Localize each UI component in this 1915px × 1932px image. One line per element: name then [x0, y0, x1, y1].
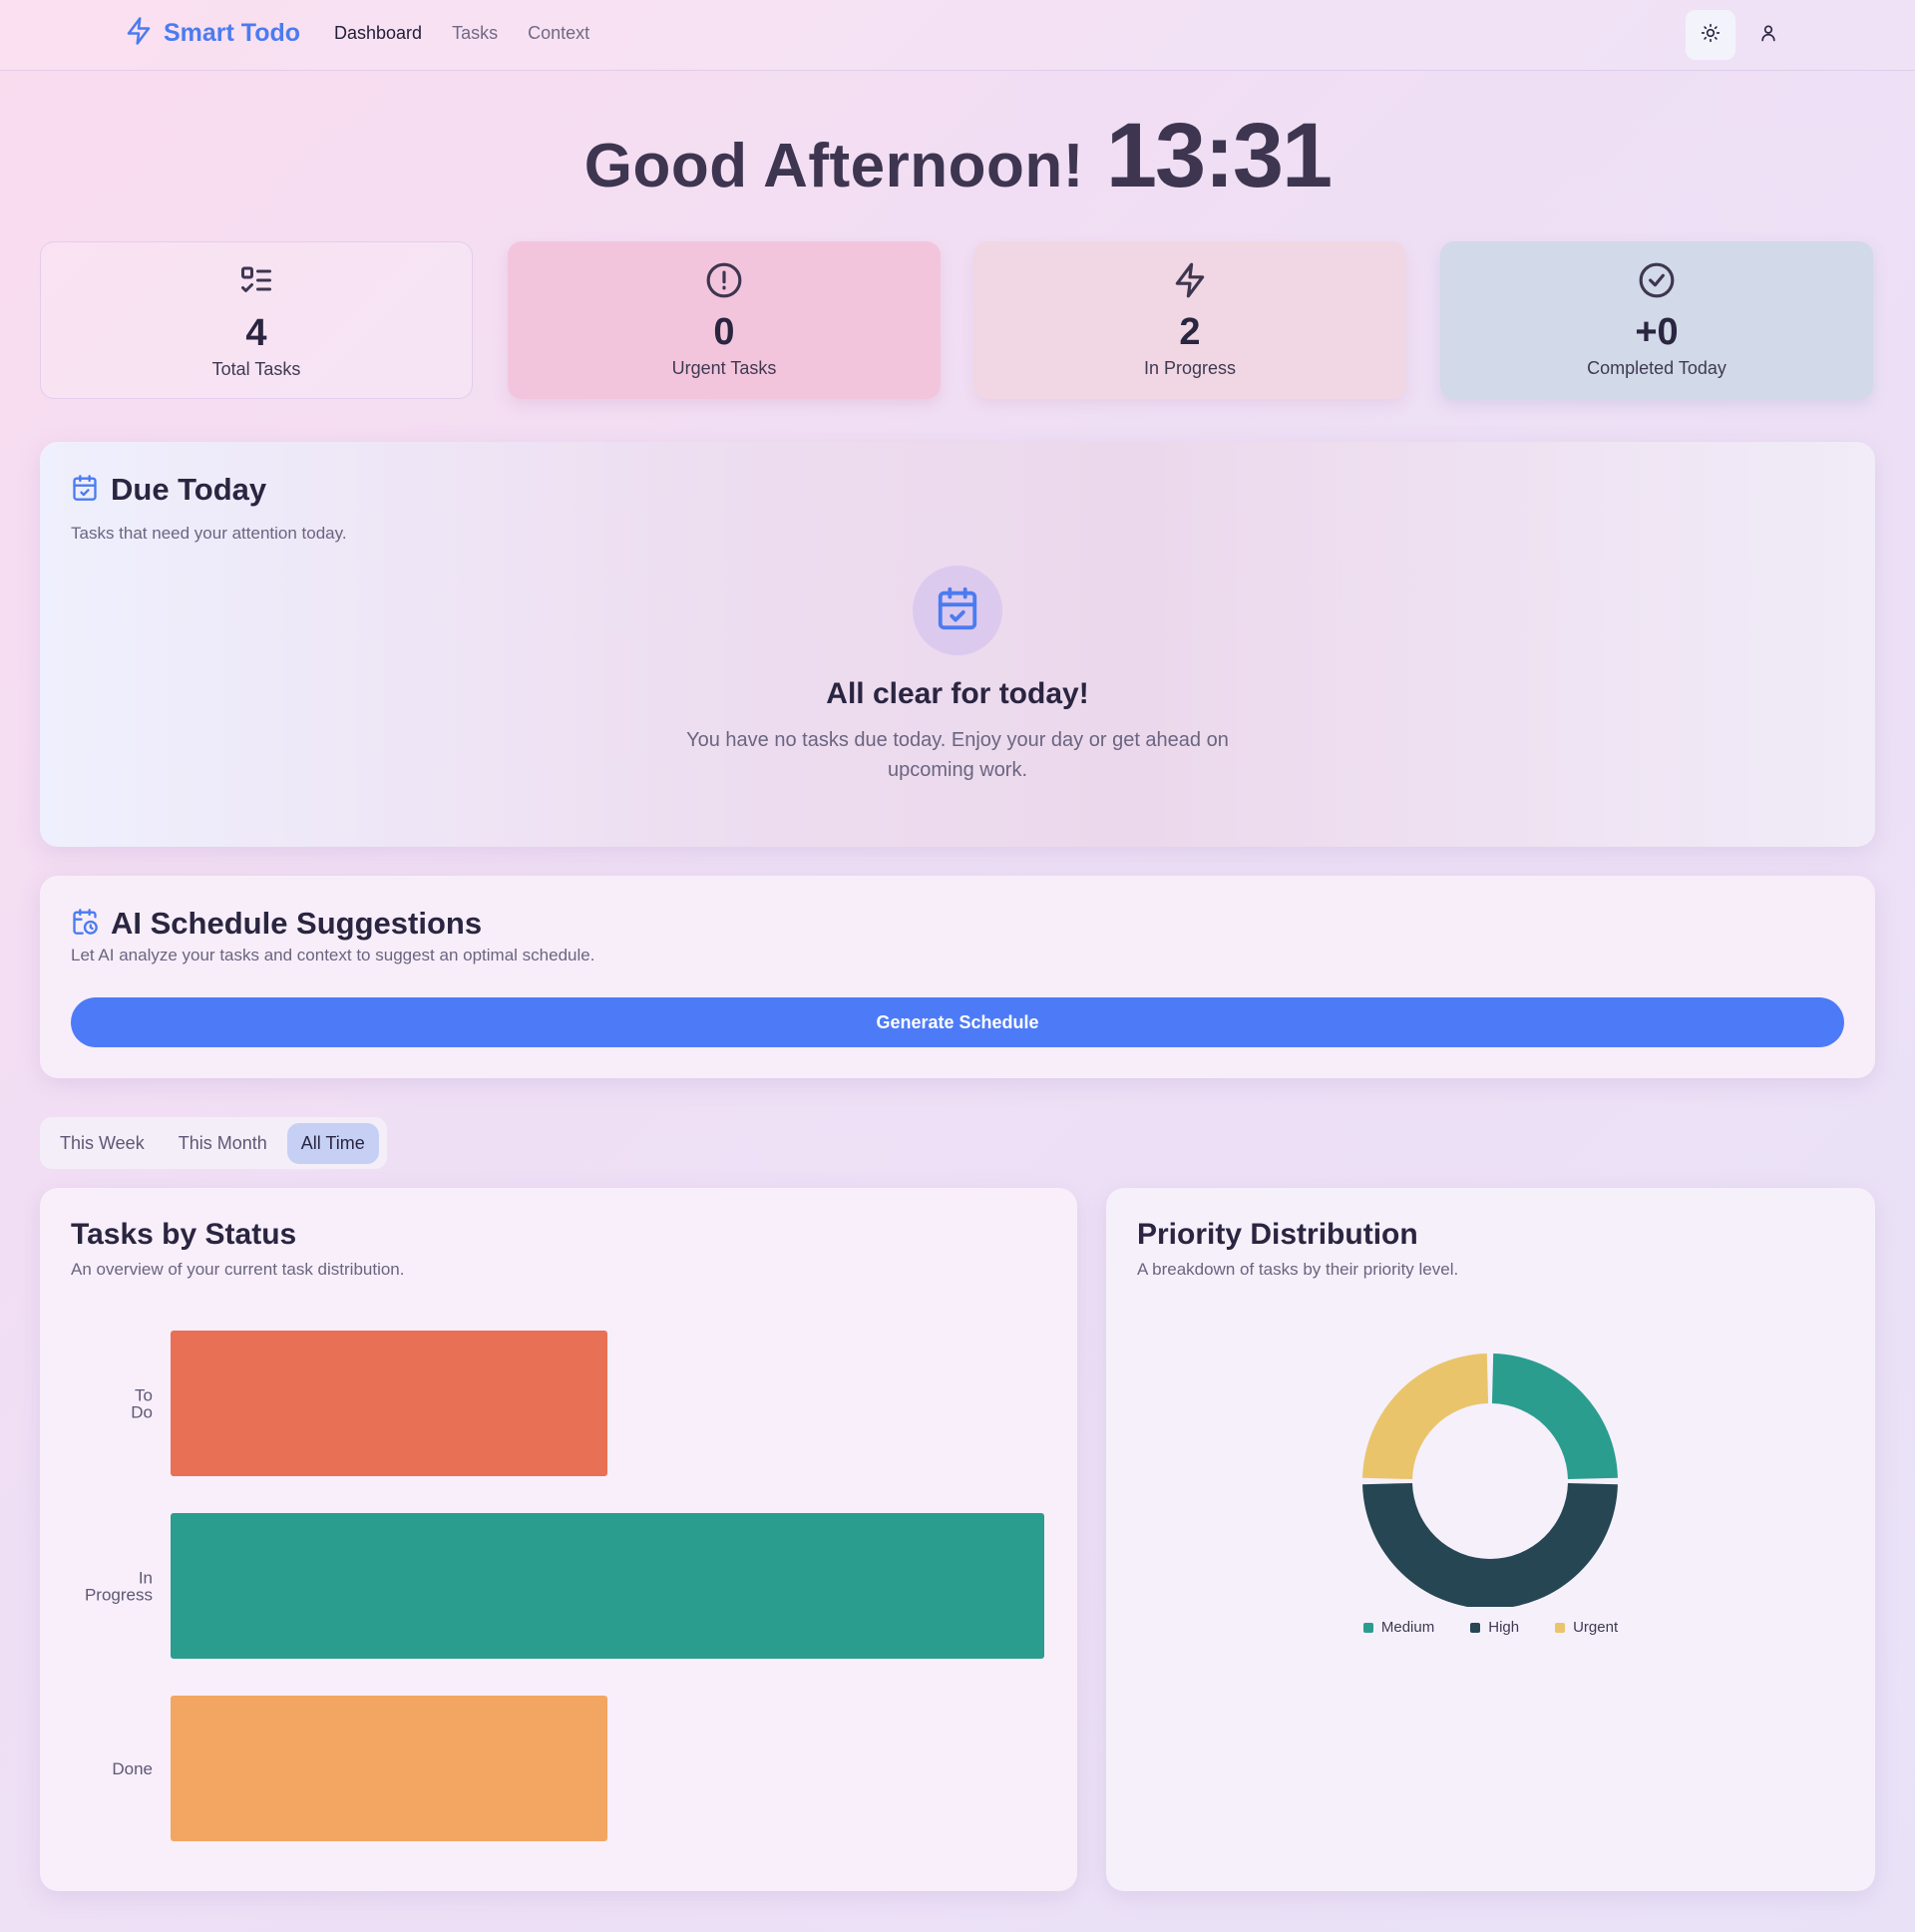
- user-menu-button[interactable]: [1755, 22, 1781, 48]
- bar-label: Done: [112, 1759, 153, 1778]
- calendar-check-icon: [935, 585, 980, 636]
- due-today-panel: Due Today Tasks that need your attention…: [40, 442, 1875, 847]
- top-nav: Smart Todo Dashboard Tasks Context: [0, 0, 1915, 71]
- calendar-clock-icon: [71, 908, 99, 941]
- stat-card-in-progress: 2 In Progress: [973, 241, 1406, 399]
- stat-label: Completed Today: [1587, 358, 1726, 378]
- ai-schedule-header: AI Schedule Suggestions: [71, 906, 482, 942]
- tab-this-month[interactable]: This Month: [165, 1123, 281, 1164]
- slice-high[interactable]: [1362, 1482, 1618, 1607]
- zap-icon: [1171, 261, 1209, 304]
- bar-label: Progress: [85, 1586, 153, 1605]
- legend-swatch: [1470, 1622, 1481, 1633]
- priority-legend: Medium High Urgent: [1106, 1619, 1875, 1636]
- theme-toggle-button[interactable]: [1686, 10, 1735, 60]
- nav-link-context[interactable]: Context: [528, 23, 589, 44]
- empty-state-text: You have no tasks due today. Enjoy your …: [686, 729, 1229, 781]
- legend-label: High: [1488, 1619, 1520, 1636]
- due-today-subtitle: Tasks that need your attention today.: [71, 524, 347, 543]
- bar-done[interactable]: [171, 1696, 607, 1841]
- generate-schedule-button[interactable]: Generate Schedule: [71, 997, 1844, 1047]
- nav-links: Dashboard Tasks Context: [334, 23, 589, 44]
- ai-schedule-title: AI Schedule Suggestions: [111, 906, 483, 941]
- empty-state-icon-wrap: [913, 566, 1002, 655]
- time-range-tabs: This Week This Month All Time: [40, 1117, 387, 1169]
- due-today-title: Due Today: [111, 472, 267, 507]
- empty-state-title: All clear for today!: [826, 677, 1089, 710]
- stat-value: +0: [1635, 311, 1679, 353]
- check-circle-icon: [1638, 261, 1676, 304]
- status-bar-chart: ToDoInProgressDone: [85, 1331, 1044, 1841]
- stat-card-urgent-tasks: 0 Urgent Tasks: [508, 241, 941, 399]
- legend-item-high[interactable]: High: [1470, 1619, 1519, 1636]
- bar-label: Do: [131, 1403, 153, 1422]
- stat-value: 0: [713, 311, 735, 353]
- user-icon: [1758, 23, 1778, 48]
- bar-to-do[interactable]: [171, 1331, 607, 1476]
- legend-swatch: [1555, 1622, 1566, 1633]
- alert-circle-icon: [705, 261, 743, 304]
- legend-label: Medium: [1380, 1619, 1435, 1636]
- ai-schedule-subtitle: Let AI analyze your tasks and context to…: [71, 946, 595, 965]
- sun-icon: [1701, 23, 1721, 48]
- slice-urgent[interactable]: [1362, 1353, 1489, 1480]
- greeting-text: Good Afternoon!: [583, 132, 1084, 200]
- tasks-by-status-panel: Tasks by Status An overview of your curr…: [40, 1188, 1077, 1891]
- due-today-header: Due Today: [71, 472, 266, 508]
- slice-medium[interactable]: [1491, 1353, 1618, 1480]
- brand-name: Smart Todo: [164, 19, 301, 47]
- legend-item-urgent[interactable]: Urgent: [1555, 1619, 1618, 1636]
- tab-this-week[interactable]: This Week: [46, 1123, 159, 1164]
- priority-donut-chart: [1362, 1353, 1618, 1607]
- brand[interactable]: Smart Todo: [124, 16, 300, 51]
- calendar-check-icon: [71, 474, 99, 507]
- stat-label: Urgent Tasks: [671, 358, 777, 378]
- stat-label: Total Tasks: [211, 359, 301, 379]
- bar-in-progress[interactable]: [171, 1513, 1044, 1659]
- legend-label: Urgent: [1573, 1619, 1619, 1636]
- nav-link-dashboard[interactable]: Dashboard: [334, 23, 422, 44]
- priority-distribution-panel: Priority Distribution A breakdown of tas…: [1106, 1188, 1875, 1891]
- greeting: Good Afternoon! 13:31: [0, 104, 1915, 208]
- tab-all-time[interactable]: All Time: [286, 1122, 379, 1164]
- nav-link-tasks[interactable]: Tasks: [452, 23, 498, 44]
- stat-value: 2: [1179, 311, 1201, 353]
- stat-label: In Progress: [1143, 358, 1237, 378]
- stat-card-completed-today: +0 Completed Today: [1440, 241, 1873, 399]
- legend-swatch: [1362, 1622, 1373, 1633]
- list-check-icon: [238, 262, 274, 303]
- stat-value: 4: [245, 312, 267, 354]
- legend-item-medium[interactable]: Medium: [1362, 1619, 1435, 1636]
- zap-logo-icon: [124, 16, 154, 51]
- stat-card-total-tasks: 4 Total Tasks: [40, 241, 473, 399]
- clock-time: 13:31: [1105, 105, 1333, 206]
- ai-schedule-panel: AI Schedule Suggestions Let AI analyze y…: [40, 876, 1875, 1078]
